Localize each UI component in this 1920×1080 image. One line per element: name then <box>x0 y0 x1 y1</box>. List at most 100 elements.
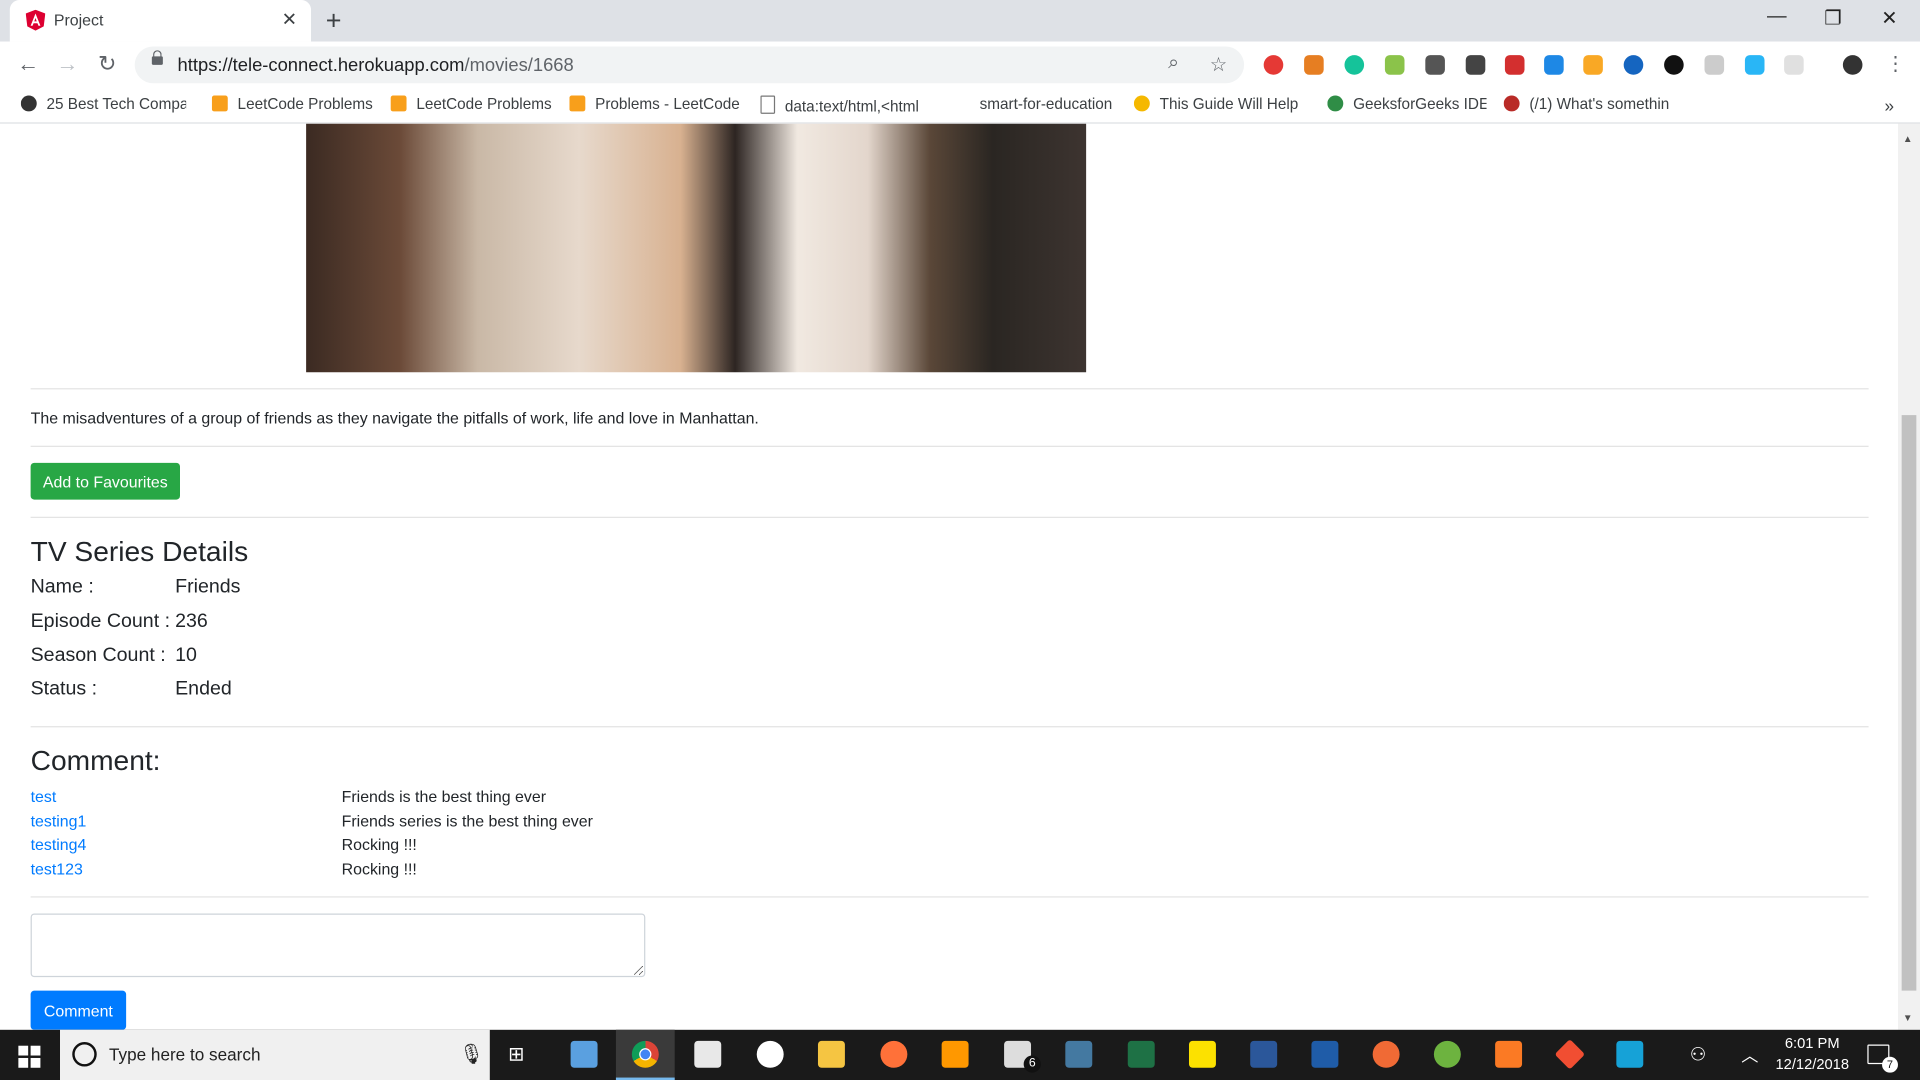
browser-tab[interactable]: Project ✕ <box>9 0 312 42</box>
firefox-icon[interactable] <box>880 1040 908 1068</box>
bookmark-item[interactable]: 25 Best Tech Compar <box>20 95 186 113</box>
bookmark-star-icon[interactable]: ☆ <box>1210 53 1228 77</box>
url-text: https://tele-connect.herokuapp.com/movie… <box>177 55 574 76</box>
zoom-icon[interactable]: ⌕ <box>1168 53 1179 75</box>
git-icon[interactable] <box>1554 1039 1586 1070</box>
season-count-value: 10 <box>175 645 197 667</box>
microphone-icon[interactable]: 🎙 <box>459 1042 484 1066</box>
details-heading: TV Series Details <box>30 535 249 567</box>
divider <box>30 388 1869 390</box>
sublime-text-icon[interactable] <box>941 1040 969 1068</box>
minimize-icon[interactable]: — <box>1749 6 1805 28</box>
bookmark-item[interactable]: data:text/html,<html <box>760 95 925 115</box>
comment-user-link[interactable]: test <box>31 787 57 805</box>
bookmark-item[interactable]: Problems - LeetCode <box>569 95 747 113</box>
compass-extension-icon[interactable] <box>1623 55 1644 75</box>
episode-count-value: 236 <box>175 611 208 632</box>
codeforces-extension-icon[interactable] <box>1544 55 1564 75</box>
new-tab-icon[interactable]: + <box>326 5 342 37</box>
comment-text: Friends series is the best thing ever <box>341 811 593 831</box>
file-explorer-icon[interactable] <box>817 1040 845 1068</box>
webstorm-icon[interactable] <box>1616 1040 1644 1068</box>
bookmark-item[interactable]: GeeksforGeeks IDE <box>1327 95 1487 113</box>
leetcode-icon <box>569 95 586 112</box>
bookmark-item[interactable]: (/1) What's somethin <box>1503 95 1675 113</box>
mail-extension-icon[interactable] <box>1465 55 1486 75</box>
task-view-icon[interactable]: ⊞ <box>508 1042 524 1066</box>
comment-heading: Comment: <box>30 744 161 777</box>
bookmarks-overflow-icon[interactable]: » <box>1885 96 1895 116</box>
mail-badge: 6 <box>1023 1055 1041 1073</box>
bookmark-item[interactable]: This Guide Will Help <box>1133 95 1305 113</box>
powershell-icon[interactable] <box>1311 1040 1339 1068</box>
bookmark-item[interactable]: LeetCode Problems <box>390 95 556 113</box>
inbox-extension-icon[interactable] <box>1384 55 1405 75</box>
gem-extension-icon[interactable] <box>1744 55 1765 75</box>
window-close-icon[interactable]: ✕ <box>1861 6 1917 30</box>
season-count-label: Season Count : <box>30 645 166 667</box>
grammarly-extension-icon[interactable] <box>1344 55 1365 75</box>
lastpass-extension-icon[interactable] <box>1504 55 1525 75</box>
tab-strip: Project ✕ + — ❐ ✕ <box>0 0 1920 42</box>
xampp-icon[interactable] <box>1495 1040 1523 1068</box>
divider <box>30 445 1869 447</box>
3d-box-app-icon[interactable] <box>570 1040 598 1068</box>
xbox-icon[interactable] <box>756 1040 784 1068</box>
windows-start-icon[interactable] <box>18 1045 41 1068</box>
postman-icon[interactable] <box>1372 1040 1400 1068</box>
comment-button[interactable]: Comment <box>30 990 127 1030</box>
tray-clock[interactable]: 6:01 PM 12/12/2018 <box>1763 1035 1861 1073</box>
excel-icon[interactable] <box>1127 1040 1155 1068</box>
opera-extension-icon[interactable] <box>1263 55 1284 75</box>
bookmark-item[interactable]: LeetCode Problems <box>211 95 377 113</box>
comment-input[interactable] <box>30 913 646 978</box>
status-value: Ended <box>175 678 232 700</box>
comment-user-link[interactable]: testing1 <box>31 812 87 830</box>
series-description: The misadventures of a group of friends … <box>30 408 759 428</box>
sticky-notes-icon[interactable] <box>1188 1040 1216 1068</box>
back-icon[interactable]: ← <box>17 51 39 77</box>
clock-date: 12/12/2018 <box>1775 1055 1850 1073</box>
forward-icon[interactable]: → <box>56 51 78 77</box>
bookmarks-bar: 25 Best Tech Compar LeetCode Problems Le… <box>0 88 1920 124</box>
scroll-down-arrow-icon[interactable]: ▼ <box>1903 1013 1913 1024</box>
page-icon <box>760 95 776 114</box>
notification-badge: 7 <box>1882 1056 1898 1073</box>
comment-user-link[interactable]: testing4 <box>31 835 87 853</box>
chat-extension-icon[interactable] <box>1664 55 1684 75</box>
geeksforgeeks-icon <box>1327 95 1344 112</box>
leetcode-icon <box>211 95 228 112</box>
reload-icon[interactable]: ↻ <box>98 51 116 77</box>
word-icon[interactable] <box>1250 1040 1278 1068</box>
note-extension-icon[interactable] <box>1704 55 1725 75</box>
chrome-taskbar-button[interactable] <box>615 1029 675 1080</box>
status-label: Status : <box>30 678 98 700</box>
blank-extension-icon[interactable] <box>1784 55 1804 75</box>
search-placeholder: Type here to search <box>108 1044 261 1065</box>
people-icon[interactable]: ⚇ <box>1690 1043 1706 1065</box>
scrollbar-thumb[interactable] <box>1901 415 1917 991</box>
comment-user-link[interactable]: test123 <box>31 860 83 878</box>
restore-icon[interactable]: ❐ <box>1805 6 1861 30</box>
page-scrollbar[interactable]: ▲ ▼ <box>1897 123 1920 1030</box>
name-label: Name : <box>30 576 94 598</box>
profile-avatar-icon[interactable] <box>1842 55 1863 75</box>
lock-icon <box>151 50 163 65</box>
tab-close-icon[interactable]: ✕ <box>282 9 297 31</box>
spring-tool-icon[interactable] <box>1433 1040 1461 1068</box>
zap-extension-icon[interactable] <box>1583 55 1603 75</box>
comment-text: Rocking !!! <box>341 835 417 854</box>
calendar-app-icon[interactable] <box>694 1040 722 1068</box>
scroll-up-arrow-icon[interactable]: ▲ <box>1903 133 1913 144</box>
download-extension-icon[interactable] <box>1304 55 1324 75</box>
mysql-workbench-icon[interactable] <box>1065 1040 1093 1068</box>
chrome-icon <box>631 1040 659 1068</box>
site-icon <box>20 95 37 112</box>
tray-chevron-up-icon[interactable]: ︿ <box>1741 1043 1758 1067</box>
address-bar[interactable]: https://tele-connect.herokuapp.com/movie… <box>134 46 1245 84</box>
add-to-favourites-button[interactable]: Add to Favourites <box>30 462 181 500</box>
taskbar-search-box[interactable]: Type here to search 🎙 <box>60 1029 490 1080</box>
pin-extension-icon[interactable] <box>1425 55 1445 75</box>
bookmark-item[interactable]: smart-for-education <box>980 96 1121 113</box>
menu-kebab-icon[interactable]: ⋮ <box>1886 51 1906 75</box>
